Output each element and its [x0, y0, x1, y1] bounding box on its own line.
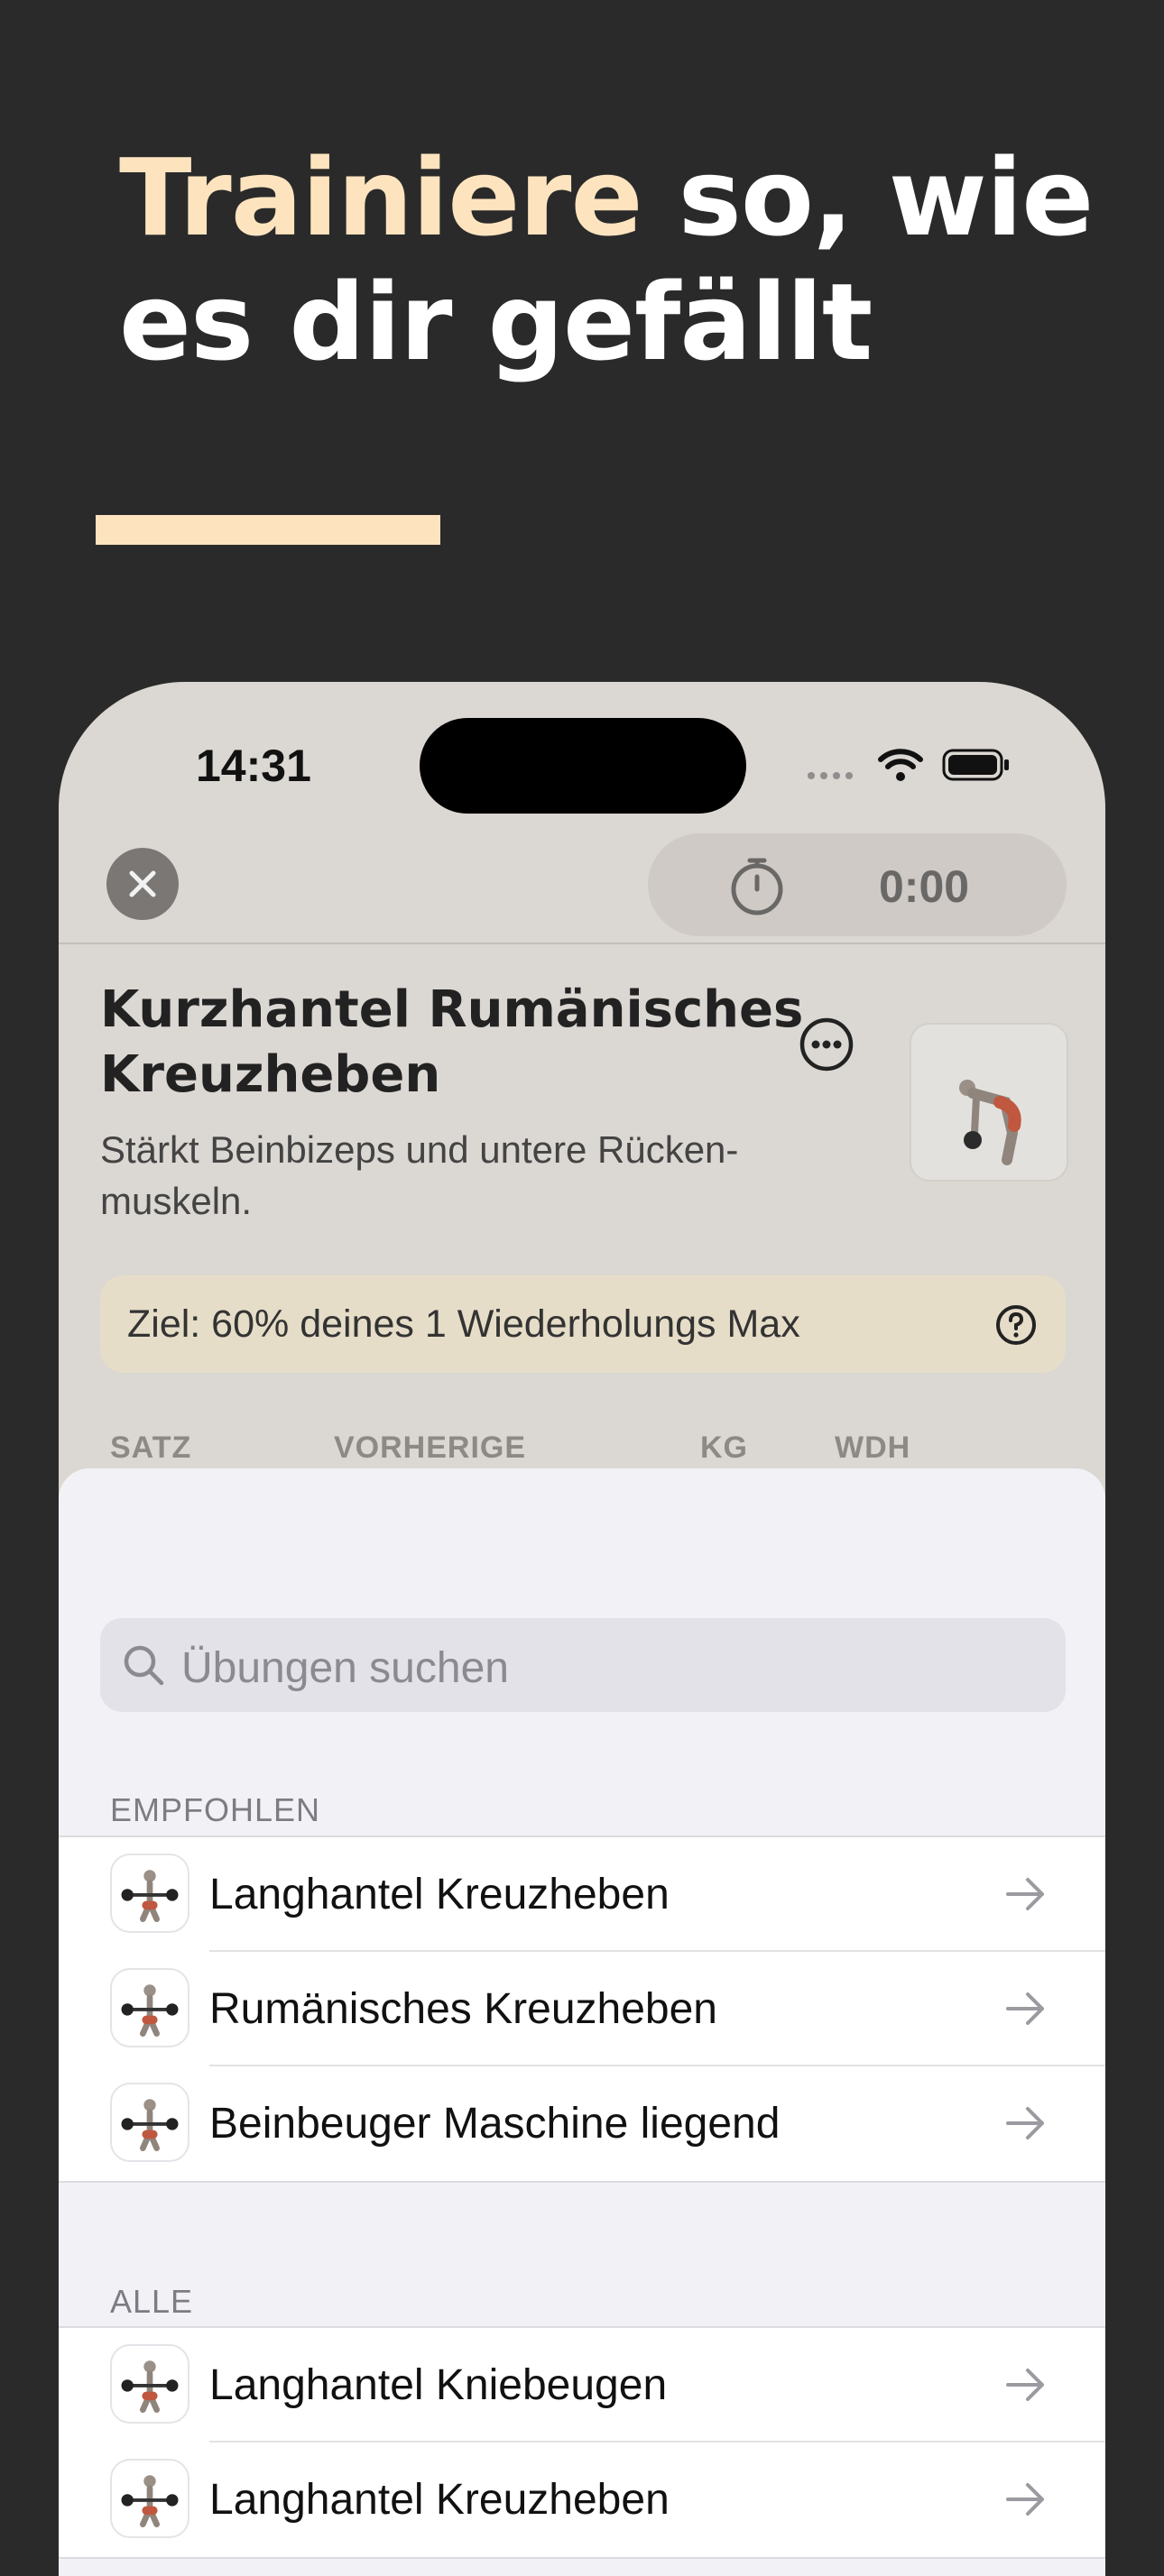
search-icon — [124, 1645, 164, 1686]
exercise-thumbnail[interactable] — [910, 1023, 1068, 1182]
timer-value: 0:00 — [879, 861, 970, 912]
rest-timer-button[interactable]: 0:00 — [648, 833, 1067, 936]
recommended-list: Langhantel Kreuzheben Rumänisches Kreuzhe… — [59, 1835, 1105, 2183]
list-item[interactable]: Langhantel Kniebeugen — [59, 2328, 1105, 2443]
list-item-label: Rumänisches Kreuzheben — [209, 1985, 717, 2033]
exercise-description: Stärkt Beinbizeps und untere Rücken-musk… — [100, 1128, 739, 1222]
arrow-right-icon — [1004, 2479, 1048, 2520]
stopwatch-icon — [731, 858, 783, 915]
exercise-figure-icon — [959, 1080, 1021, 1165]
phone-screen: 14:31 0:00 Kurzhantel Rumänisches Kreuzh… — [59, 682, 1105, 2576]
column-header-previous: VORHERIGE — [334, 1431, 527, 1465]
headline: Trainiere so, wie es dir gefällt — [119, 135, 1112, 384]
accent-bar — [96, 515, 440, 545]
goal-banner: Ziel: 60% deines 1 Wiederholungs Max — [100, 1275, 1066, 1373]
list-item-label: Beinbeuger Maschine liegend — [209, 2100, 781, 2148]
exercise-thumbnail-icon — [110, 2344, 189, 2424]
search-input[interactable]: Übungen suchen — [100, 1618, 1066, 1712]
headline-accent: Trainiere — [119, 135, 643, 260]
column-header-set: SATZ — [110, 1431, 192, 1465]
list-item[interactable]: Langhantel Kreuzheben — [59, 1837, 1105, 1952]
list-item[interactable]: Beinbeuger Maschine liegend — [59, 2066, 1105, 2181]
status-time: 14:31 — [196, 741, 311, 791]
battery-icon — [942, 749, 1009, 781]
exercise-picker-sheet: Übungen suchen EMPFOHLEN ALLE Langhantel… — [59, 1468, 1105, 2576]
exercise-thumbnail-icon — [110, 1968, 189, 2047]
section-label-all: ALLE — [110, 2283, 194, 2320]
exercise-thumbnail-icon — [110, 2083, 189, 2162]
arrow-right-icon — [1004, 1873, 1048, 1915]
exercise-thumbnail-icon — [110, 1854, 189, 1933]
wifi-icon — [878, 749, 923, 781]
dynamic-island — [420, 718, 746, 814]
list-item-label: Langhantel Kreuzheben — [209, 2476, 670, 2524]
all-list: Langhantel Kniebeugen Langhantel Kreuzheb… — [59, 2326, 1105, 2559]
signal-icon — [808, 772, 853, 779]
search-placeholder: Übungen suchen — [181, 1644, 509, 1692]
divider — [59, 943, 1105, 944]
close-icon — [129, 870, 156, 897]
list-item[interactable]: Langhantel Kreuzheben — [59, 2443, 1105, 2557]
arrow-right-icon — [1004, 2102, 1048, 2144]
list-item-label: Langhantel Kniebeugen — [209, 2361, 668, 2409]
exercise-title: Kurzhantel Rumänisches Kreuzheben — [100, 980, 804, 1104]
more-options-icon[interactable] — [798, 1016, 855, 1073]
section-label-recommended: EMPFOHLEN — [110, 1791, 321, 1828]
exercise-thumbnail-icon — [110, 2459, 189, 2538]
help-icon[interactable] — [993, 1302, 1039, 1348]
close-button[interactable] — [106, 848, 179, 920]
arrow-right-icon — [1004, 2364, 1048, 2406]
arrow-right-icon — [1004, 1988, 1048, 2029]
list-item-label: Langhantel Kreuzheben — [209, 1871, 670, 1918]
goal-text: Ziel: 60% deines 1 Wiederholungs Max — [127, 1302, 800, 1346]
headline-line1: so, wie — [642, 135, 1095, 260]
column-header-kg: KG — [700, 1431, 748, 1465]
headline-line2: es dir gefällt — [119, 260, 873, 384]
list-item[interactable]: Rumänisches Kreuzheben — [59, 1952, 1105, 2066]
column-header-reps: WDH — [835, 1431, 911, 1465]
